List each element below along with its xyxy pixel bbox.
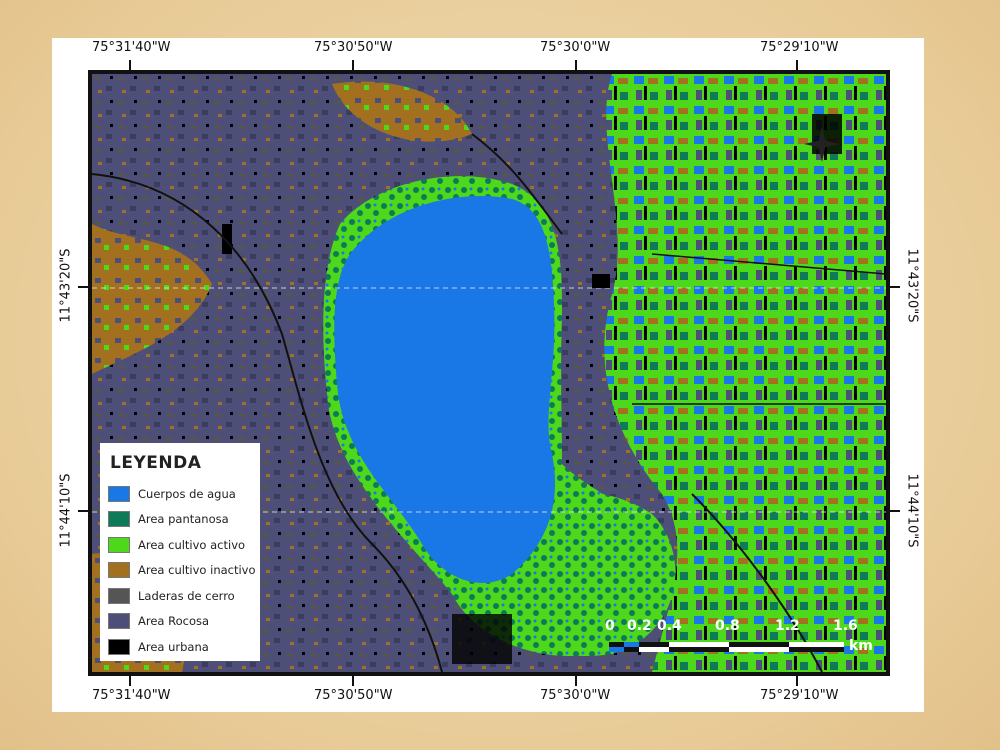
coord-left-1: 11°43'20"S xyxy=(58,248,74,323)
coord-top-4: 75°29'10"W xyxy=(760,40,839,55)
scale-label-0-8: 0.8 xyxy=(715,618,740,634)
scale-label-1-2: 1.2 xyxy=(775,618,800,634)
legend-label-inactive-crop: Area cultivo inactivo xyxy=(138,563,256,578)
legend-label-urban: Area urbana xyxy=(138,639,209,654)
legend-item-water: Cuerpos de agua xyxy=(108,481,252,507)
legend-item-marsh: Area pantanosa xyxy=(108,507,252,533)
legend-label-active-crop: Area cultivo activo xyxy=(138,537,246,552)
legend-item-hills: Laderas de cerro xyxy=(108,583,252,609)
coord-bottom-4: 75°29'10"W xyxy=(760,688,839,703)
map-legend: LEYENDA Cuerpos de agua Area pantanosa A… xyxy=(100,443,260,661)
coord-top-3: 75°30'0"W xyxy=(540,40,611,55)
legend-item-inactive-crop: Area cultivo inactivo xyxy=(108,558,256,584)
legend-swatch-hills xyxy=(108,587,130,604)
legend-swatch-urban xyxy=(108,638,130,655)
legend-title: LEYENDA xyxy=(110,453,202,473)
scale-label-0-2: 0.2 xyxy=(627,618,652,634)
legend-swatch-marsh xyxy=(108,511,130,528)
legend-label-rocky: Area Rocosa xyxy=(138,614,210,629)
coord-left-2: 11°44'10"S xyxy=(58,473,74,548)
legend-label-hills: Laderas de cerro xyxy=(138,588,235,603)
legend-swatch-water xyxy=(108,485,130,502)
scale-bar: 0 0.2 0.4 0.8 1.2 1.6 km xyxy=(603,618,883,660)
scale-label-1-6: 1.6 xyxy=(833,618,858,634)
coord-bottom-1: 75°31'40"W xyxy=(92,688,171,703)
legend-item-urban: Area urbana xyxy=(108,634,252,660)
coord-right-1: 11°43'20"S xyxy=(904,248,920,323)
coord-top-2: 75°30'50"W xyxy=(314,40,393,55)
scale-label-0: 0 xyxy=(605,618,615,634)
legend-item-active-crop: Area cultivo activo xyxy=(108,532,252,558)
coord-top-1: 75°31'40"W xyxy=(92,40,171,55)
legend-item-rocky: Area Rocosa xyxy=(108,609,252,635)
legend-swatch-active-crop xyxy=(108,536,130,553)
scale-unit: km xyxy=(849,638,873,654)
legend-swatch-rocky xyxy=(108,613,130,630)
scale-label-0-4: 0.4 xyxy=(657,618,682,634)
coord-right-2: 11°44'10"S xyxy=(904,473,920,548)
coord-bottom-2: 75°30'50"W xyxy=(314,688,393,703)
legend-label-marsh: Area pantanosa xyxy=(138,512,229,527)
legend-label-water: Cuerpos de agua xyxy=(138,486,236,501)
scale-bar-segments xyxy=(609,642,844,652)
coord-bottom-3: 75°30'0"W xyxy=(540,688,611,703)
legend-swatch-inactive-crop xyxy=(108,562,130,579)
